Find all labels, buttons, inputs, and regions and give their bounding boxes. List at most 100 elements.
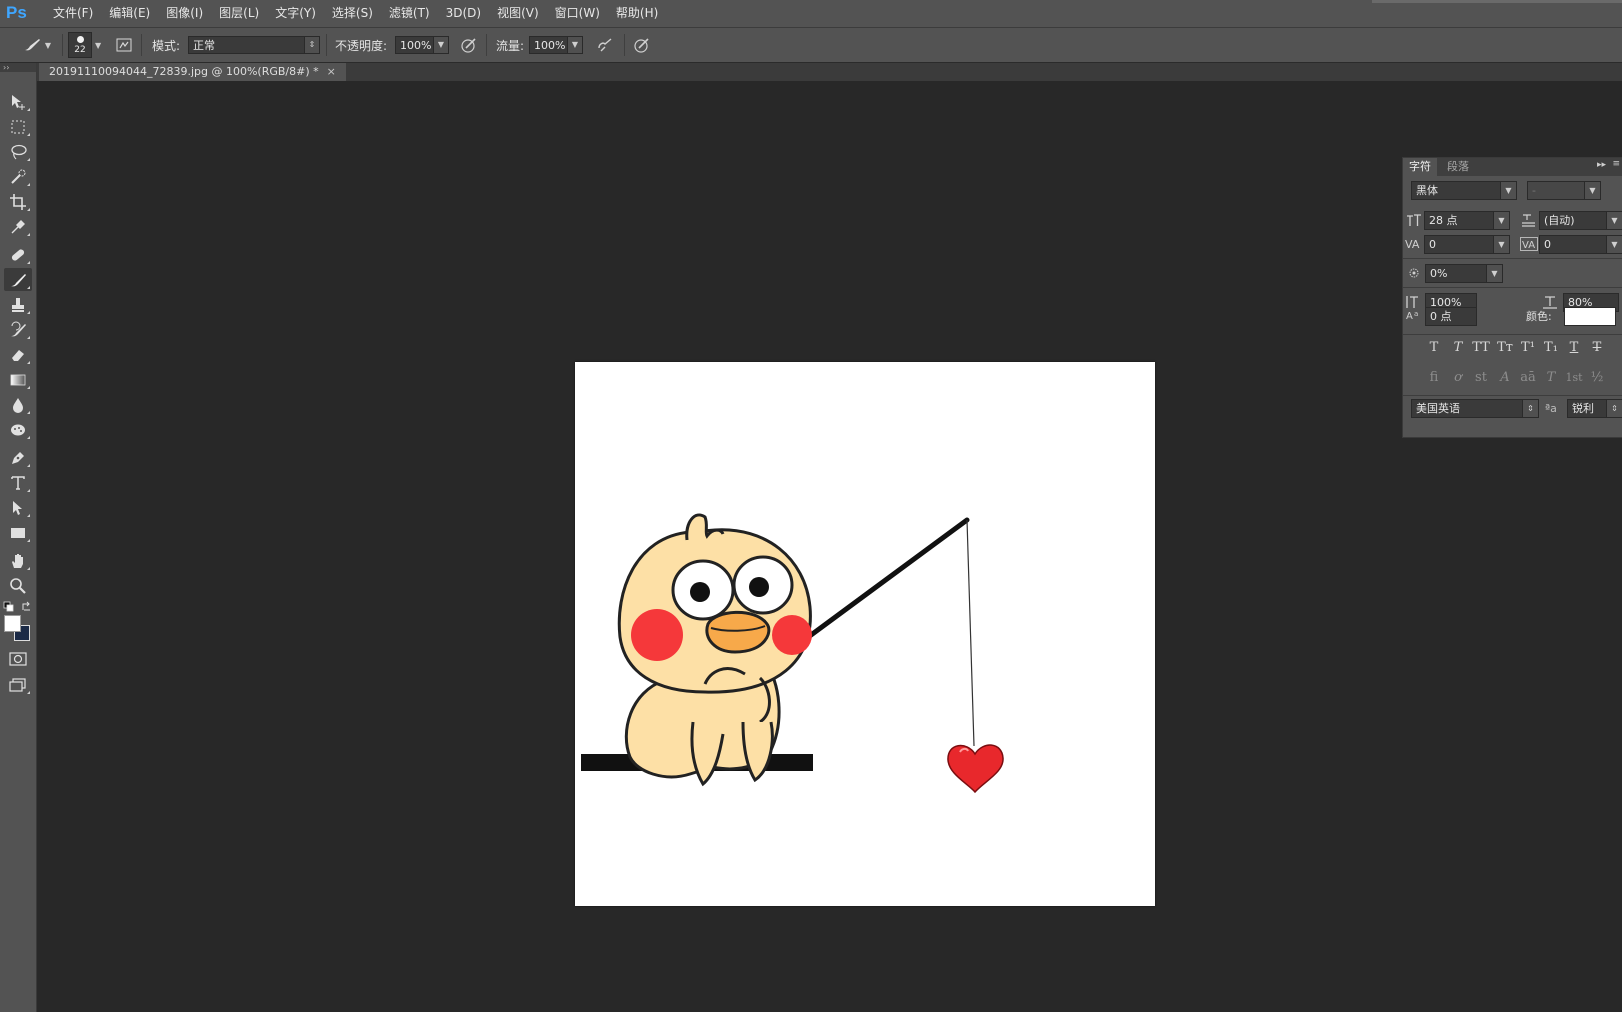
- flow-input[interactable]: 100% ▼: [529, 36, 583, 54]
- menu-type[interactable]: 文字(Y): [267, 0, 324, 27]
- all-caps-button[interactable]: TT: [1470, 338, 1492, 358]
- pen-pressure-icon: [461, 38, 476, 53]
- document-canvas[interactable]: [575, 362, 1155, 906]
- superscript-button[interactable]: T¹: [1517, 338, 1539, 358]
- pressure-opacity-toggle[interactable]: [458, 28, 480, 62]
- menu-filter[interactable]: 滤镜(T): [381, 0, 438, 27]
- faux-italic-button[interactable]: T: [1447, 338, 1469, 358]
- antialias-select[interactable]: 锐利 ⇕: [1567, 399, 1622, 418]
- brush-size-picker[interactable]: 22 ▼: [68, 28, 106, 62]
- pressure-size-toggle[interactable]: [631, 28, 653, 62]
- rectangle-tool[interactable]: [4, 521, 32, 544]
- font-style-value: -: [1532, 184, 1536, 197]
- strikethrough-button[interactable]: T: [1586, 338, 1608, 358]
- ordinals-button[interactable]: 1st: [1563, 368, 1585, 388]
- marquee-tool[interactable]: [4, 115, 32, 138]
- tab-paragraph[interactable]: 段落: [1441, 158, 1475, 176]
- swash-button[interactable]: A: [1494, 368, 1516, 388]
- menu-window[interactable]: 窗口(W): [547, 0, 608, 27]
- crop-tool[interactable]: [4, 190, 32, 213]
- titling-alternates-button[interactable]: T: [1540, 368, 1562, 388]
- hand-icon: [12, 553, 23, 568]
- font-size-input[interactable]: 28 点 ▼: [1424, 211, 1510, 230]
- quick-mask-toggle[interactable]: [4, 647, 32, 670]
- font-family-select[interactable]: 黑体 ▼: [1411, 181, 1517, 200]
- healing-brush-tool[interactable]: [4, 243, 32, 266]
- stylistic-alternates-button[interactable]: aā: [1517, 368, 1539, 388]
- magnifier-icon: [10, 577, 26, 594]
- quick-selection-tool[interactable]: [4, 165, 32, 188]
- standard-ligatures-button[interactable]: ﬁ: [1423, 368, 1445, 388]
- close-icon[interactable]: ×: [327, 63, 336, 81]
- foreground-color-swatch[interactable]: [4, 615, 21, 632]
- toolbar-collapse-icon[interactable]: ››: [0, 63, 36, 72]
- color-swatches: [4, 615, 32, 643]
- move-tool[interactable]: [4, 90, 32, 113]
- swap-colors-icon[interactable]: [21, 601, 33, 613]
- airbrush-toggle[interactable]: [594, 28, 616, 62]
- canvas-area[interactable]: [37, 81, 1622, 1012]
- opacity-input[interactable]: 100% ▼: [395, 36, 449, 54]
- menu-layer[interactable]: 图层(L): [211, 0, 267, 27]
- baseline-shift-value: 0 点: [1430, 310, 1452, 323]
- brush-tool[interactable]: [4, 268, 32, 291]
- contextual-alternates-button[interactable]: ơ: [1447, 368, 1469, 388]
- panel-menu-icon[interactable]: ≡: [1612, 159, 1620, 169]
- mode-select[interactable]: 正常 ⇕: [188, 36, 320, 54]
- options-separator: [326, 34, 327, 56]
- svg-text:a: a: [1414, 310, 1418, 318]
- underline-button[interactable]: T: [1563, 338, 1585, 358]
- clone-stamp-tool[interactable]: [4, 293, 32, 316]
- menu-select[interactable]: 选择(S): [324, 0, 381, 27]
- path-selection-tool[interactable]: [4, 496, 32, 519]
- leading-input[interactable]: (自动) ▼: [1539, 211, 1622, 230]
- collapse-panel-icon[interactable]: ▸▸: [1597, 160, 1606, 170]
- menu-3d[interactable]: 3D(D): [438, 0, 489, 27]
- menu-view[interactable]: 视图(V): [489, 0, 547, 27]
- tracking-value: 0: [1544, 238, 1551, 251]
- opacity-label: 不透明度:: [335, 38, 388, 53]
- menu-help[interactable]: 帮助(H): [608, 0, 666, 27]
- document-tab-bar: 20191110094044_72839.jpg @ 100%(RGB/8#) …: [37, 63, 1622, 81]
- history-brush-tool[interactable]: [4, 318, 32, 341]
- subscript-button[interactable]: T₁: [1540, 338, 1562, 358]
- pen-tool[interactable]: [4, 446, 32, 469]
- tsume-input[interactable]: 0% ▼: [1425, 264, 1503, 283]
- path-selection-icon: [13, 500, 22, 515]
- tool-preset-picker[interactable]: ▼: [16, 28, 56, 62]
- document-tab[interactable]: 20191110094044_72839.jpg @ 100%(RGB/8#) …: [39, 63, 346, 81]
- menu-image[interactable]: 图像(I): [158, 0, 211, 27]
- fractions-button[interactable]: ½: [1586, 368, 1608, 388]
- faux-bold-button[interactable]: T: [1423, 338, 1445, 358]
- type-tool[interactable]: [4, 471, 32, 494]
- eyedropper-tool[interactable]: [4, 215, 32, 238]
- discretionary-ligatures-button[interactable]: st: [1470, 368, 1492, 388]
- language-select[interactable]: 美国英语 ⇕: [1411, 399, 1539, 418]
- brush-panel-toggle[interactable]: [113, 28, 135, 62]
- text-color-swatch[interactable]: [1564, 307, 1616, 326]
- gradient-tool[interactable]: [4, 368, 32, 391]
- screen-mode-toggle[interactable]: [4, 673, 32, 696]
- lasso-tool[interactable]: [4, 140, 32, 163]
- menu-file[interactable]: 文件(F): [45, 0, 101, 27]
- chevron-down-icon: ▼: [567, 37, 582, 53]
- options-separator: [624, 34, 625, 56]
- default-colors-icon[interactable]: [3, 601, 15, 613]
- kerning-input[interactable]: 0 ▼: [1424, 235, 1510, 254]
- tab-character[interactable]: 字符: [1403, 158, 1437, 176]
- baseline-shift-input[interactable]: 0 点: [1425, 307, 1477, 326]
- tracking-input[interactable]: 0 ▼: [1539, 235, 1622, 254]
- menu-edit[interactable]: 编辑(E): [101, 0, 158, 27]
- blur-tool[interactable]: [4, 393, 32, 416]
- sponge-tool[interactable]: [4, 418, 32, 441]
- chevron-down-icon: ▼: [95, 40, 102, 50]
- small-caps-button[interactable]: Tт: [1494, 338, 1516, 358]
- leading-value: (自动): [1544, 214, 1575, 227]
- eraser-tool[interactable]: [4, 343, 32, 366]
- quick-mask-icon: [9, 651, 27, 666]
- font-style-select[interactable]: - ▼: [1527, 181, 1601, 200]
- zoom-tool[interactable]: [4, 574, 32, 597]
- color-controls: [3, 601, 33, 613]
- options-separator: [141, 34, 142, 56]
- hand-tool[interactable]: [4, 549, 32, 572]
